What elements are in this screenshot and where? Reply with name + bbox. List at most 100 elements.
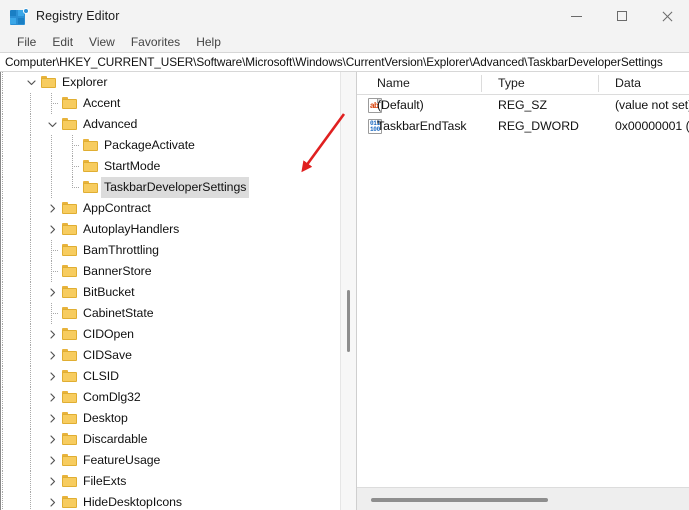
tree-item[interactable]: HideDesktopIcons (1, 492, 341, 510)
tree-item-label: CIDOpen (83, 327, 134, 341)
tree-item[interactable]: FeatureUsage (1, 450, 341, 471)
tree-guide-line (30, 450, 31, 471)
menu-item-favorites[interactable]: Favorites (123, 33, 188, 51)
tree-guide-line (2, 450, 3, 471)
tree-vertical-scrollbar[interactable] (340, 72, 356, 510)
tree-item-label: ComDlg32 (83, 390, 141, 404)
chevron-right-icon[interactable] (44, 471, 60, 492)
tree-connector (44, 240, 60, 261)
chevron-right-icon[interactable] (44, 345, 60, 366)
folder-icon (62, 244, 77, 256)
tree-item[interactable]: CIDSave (1, 345, 341, 366)
column-divider[interactable] (598, 75, 599, 92)
chevron-down-icon[interactable] (44, 114, 60, 135)
tree-item[interactable]: Advanced (1, 114, 341, 135)
chevron-right-icon[interactable] (44, 324, 60, 345)
column-header-type[interactable]: Type (490, 72, 525, 95)
values-list[interactable]: ab (Default) REG_SZ (value not set) 011 100 Ta… (357, 95, 689, 487)
menu-item-view[interactable]: View (81, 33, 123, 51)
chevron-right-icon[interactable] (44, 408, 60, 429)
registry-tree[interactable]: Explorer Accent Advanced PackageActivate Sta… (1, 72, 341, 510)
value-row[interactable]: ab (Default) REG_SZ (value not set) (357, 95, 689, 116)
chevron-down-icon[interactable] (23, 72, 39, 93)
tree-guide-line (2, 135, 3, 156)
list-horizontal-scrollbar[interactable] (357, 487, 689, 510)
menu-item-help[interactable]: Help (188, 33, 229, 51)
tree-item-selected[interactable]: TaskbarDeveloperSettings (1, 177, 341, 198)
tree-item[interactable]: PackageActivate (1, 135, 341, 156)
registry-path-text: Computer\HKEY_CURRENT_USER\Software\Micr… (5, 55, 663, 69)
list-scrollbar-thumb[interactable] (371, 498, 548, 502)
tree-guide-line (30, 492, 31, 510)
chevron-right-icon[interactable] (44, 282, 60, 303)
tree-item[interactable]: StartMode (1, 156, 341, 177)
column-header-name[interactable]: Name (369, 72, 410, 95)
tree-scrollbar-thumb[interactable] (347, 290, 350, 352)
tree-item[interactable]: AppContract (1, 198, 341, 219)
chevron-right-icon[interactable] (44, 198, 60, 219)
tree-item-label: TaskbarDeveloperSettings (101, 177, 250, 198)
chevron-right-icon[interactable] (44, 429, 60, 450)
column-divider[interactable] (481, 75, 482, 92)
tree-item[interactable]: AutoplayHandlers (1, 219, 341, 240)
tree-guide-line (2, 114, 3, 135)
tree-item-label: BannerStore (83, 264, 152, 278)
tree-guide-line (30, 114, 31, 135)
folder-icon (62, 496, 77, 508)
tree-item[interactable]: Discardable (1, 429, 341, 450)
tree-guide-line (2, 471, 3, 492)
tree-item-label: CLSID (83, 369, 119, 383)
tree-item-label: CabinetState (83, 306, 154, 320)
tree-item[interactable]: Desktop (1, 408, 341, 429)
tree-guide-line (2, 429, 3, 450)
tree-connector (44, 261, 60, 282)
tree-guide-line (2, 408, 3, 429)
minimize-button[interactable] (554, 0, 599, 32)
tree-guide-line (30, 240, 31, 261)
folder-icon (62, 202, 77, 214)
tree-guide-line (51, 177, 52, 198)
tree-item-label: AppContract (83, 201, 151, 215)
tree-item[interactable]: BamThrottling (1, 240, 341, 261)
tree-item[interactable]: BannerStore (1, 261, 341, 282)
tree-item[interactable]: ComDlg32 (1, 387, 341, 408)
tree-item[interactable]: FileExts (1, 471, 341, 492)
tree-guide-line (30, 282, 31, 303)
menu-item-edit[interactable]: Edit (44, 33, 81, 51)
tree-guide-line (30, 135, 31, 156)
tree-item-label: BitBucket (83, 285, 135, 299)
maximize-icon (616, 11, 627, 21)
chevron-right-icon[interactable] (44, 492, 60, 510)
close-button[interactable] (644, 0, 689, 32)
value-row[interactable]: 011 100 TaskbarEndTask REG_DWORD 0x00000001 … (357, 116, 689, 137)
menu-item-file[interactable]: File (9, 33, 44, 51)
tree-item[interactable]: CabinetState (1, 303, 341, 324)
tree-guide-line (30, 408, 31, 429)
column-header-data[interactable]: Data (607, 72, 641, 95)
tree-guide-line (30, 471, 31, 492)
chevron-right-icon[interactable] (44, 219, 60, 240)
tree-guide-line (30, 366, 31, 387)
folder-icon (62, 307, 77, 319)
tree-item[interactable]: BitBucket (1, 282, 341, 303)
chevron-right-icon[interactable] (44, 366, 60, 387)
folder-icon (62, 286, 77, 298)
tree-item[interactable]: Explorer (1, 72, 341, 93)
folder-icon (62, 412, 77, 424)
maximize-button[interactable] (599, 0, 644, 32)
tree-item[interactable]: CIDOpen (1, 324, 341, 345)
content-panes: Explorer Accent Advanced PackageActivate Sta… (0, 72, 689, 510)
folder-icon (62, 265, 77, 277)
registry-editor-window: Registry Editor File Edit View Favorites Hel… (0, 0, 689, 510)
tree-guide-line (2, 303, 3, 324)
address-bar[interactable]: Computer\HKEY_CURRENT_USER\Software\Micr… (0, 52, 689, 72)
tree-guide-line (30, 387, 31, 408)
chevron-right-icon[interactable] (44, 387, 60, 408)
value-type: REG_SZ (498, 98, 547, 112)
chevron-right-icon[interactable] (44, 450, 60, 471)
tree-guide-line (2, 240, 3, 261)
tree-item[interactable]: Accent (1, 93, 341, 114)
folder-icon (62, 475, 77, 487)
tree-item[interactable]: CLSID (1, 366, 341, 387)
folder-icon (62, 97, 77, 109)
